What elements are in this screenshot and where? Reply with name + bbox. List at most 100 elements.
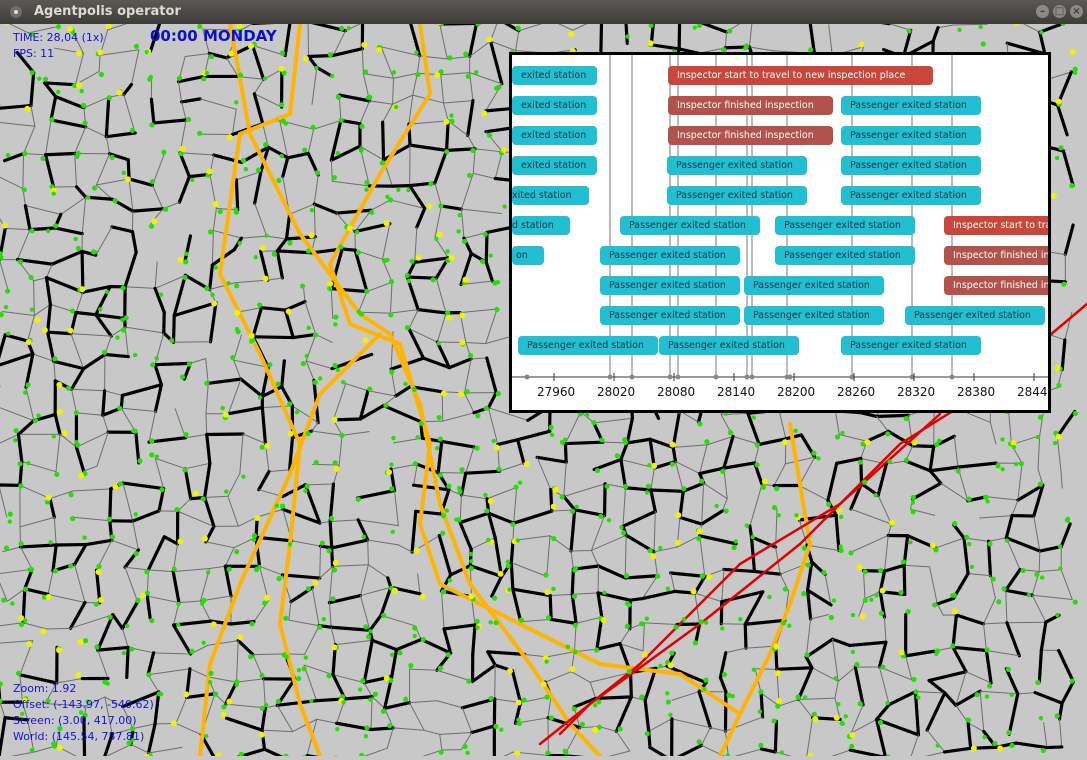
road-segment xyxy=(33,354,54,361)
minimize-icon[interactable]: – xyxy=(1036,5,1049,18)
node-marker xyxy=(462,239,467,244)
timeline-event[interactable]: Inspector finished inspection xyxy=(668,96,833,115)
route-segment xyxy=(280,624,300,704)
node-marker xyxy=(115,335,119,339)
node-marker xyxy=(639,694,644,699)
node-marker xyxy=(99,72,104,77)
road-segment xyxy=(212,230,213,265)
timeline-event[interactable]: Passenger exited station xyxy=(841,336,981,355)
timeline-event[interactable]: Passenger exited station xyxy=(659,336,799,355)
timeline-event[interactable]: Passenger exited station xyxy=(905,306,1045,325)
timeline-event[interactable]: exited station xyxy=(512,96,597,115)
road-segment xyxy=(147,596,179,603)
timeline-event[interactable]: Inspector finished in xyxy=(944,246,1051,265)
node-marker xyxy=(522,697,527,702)
timeline-event[interactable]: Passenger exited station xyxy=(841,96,981,115)
agent-marker xyxy=(1051,193,1057,199)
timeline-event[interactable]: Passenger exited station xyxy=(600,306,740,325)
node-marker xyxy=(801,591,806,596)
timeline-event[interactable]: Passenger exited station xyxy=(775,246,915,265)
maximize-icon[interactable]: □ xyxy=(1053,5,1066,18)
road-segment xyxy=(984,624,987,651)
road-segment xyxy=(0,173,23,188)
agent-marker xyxy=(62,430,68,436)
timeline-event[interactable]: exited station xyxy=(512,126,597,145)
timeline-event[interactable]: Inspector finished inspection xyxy=(668,126,833,145)
node-marker xyxy=(279,102,284,107)
node-marker xyxy=(182,275,187,280)
road-segment xyxy=(465,359,472,393)
road-segment xyxy=(185,53,209,56)
node-marker xyxy=(373,692,378,697)
road-segment xyxy=(253,337,293,338)
timeline-event[interactable]: Passenger exited station xyxy=(600,276,740,295)
timeline-event[interactable]: Passenger exited station xyxy=(775,216,915,235)
agent-marker xyxy=(516,700,522,706)
timeline-event[interactable]: Passenger exited station xyxy=(841,156,981,175)
road-segment xyxy=(155,288,164,312)
node-marker xyxy=(624,573,629,578)
timeline-event[interactable]: Passenger exited station xyxy=(600,246,740,265)
timeline-event[interactable]: Passenger exited station xyxy=(744,306,884,325)
timeline-event[interactable]: Passenger exited station xyxy=(667,156,807,175)
road-segment xyxy=(178,499,191,512)
agent-marker xyxy=(836,507,842,513)
agent-marker xyxy=(569,666,575,672)
node-marker xyxy=(333,314,338,319)
timeline-event[interactable]: on xyxy=(512,246,544,265)
node-marker xyxy=(403,697,408,702)
node-marker xyxy=(436,341,440,345)
road-segment xyxy=(461,209,464,238)
timeline-event[interactable]: Passenger exited station xyxy=(518,336,658,355)
road-segment xyxy=(915,692,944,693)
node-marker xyxy=(506,560,510,564)
road-segment xyxy=(314,204,315,237)
timeline-event[interactable]: Passenger exited station xyxy=(667,186,807,205)
timeline-event[interactable]: Passenger exited station xyxy=(620,216,760,235)
road-segment xyxy=(314,120,341,129)
timeline-event[interactable]: exited station xyxy=(512,66,597,85)
window-menu-icon[interactable] xyxy=(10,6,22,18)
node-marker xyxy=(4,545,9,550)
road-segment xyxy=(749,47,773,51)
timeline-event[interactable]: xited station xyxy=(512,186,589,205)
node-marker xyxy=(1006,730,1011,735)
road-segment xyxy=(473,665,496,681)
node-marker xyxy=(287,401,292,406)
timeline-event[interactable]: Passenger exited station xyxy=(841,186,981,205)
node-marker xyxy=(627,603,631,607)
road-segment xyxy=(305,626,319,655)
road-segment xyxy=(178,76,204,81)
node-marker xyxy=(670,461,675,466)
node-marker xyxy=(775,704,780,709)
road-segment xyxy=(262,408,265,444)
event-timeline-panel[interactable]: 27960 28020 28080 28140 28200 28260 2832… xyxy=(509,52,1051,413)
close-icon[interactable]: × xyxy=(1070,5,1083,18)
window-titlebar[interactable]: Agentpolis operator – □ × xyxy=(0,0,1087,24)
timeline-event[interactable]: Inspector start to trav xyxy=(944,216,1051,235)
node-marker xyxy=(480,259,485,264)
timeline-event[interactable]: Passenger exited station xyxy=(744,276,884,295)
node-marker xyxy=(832,598,836,602)
road-segment xyxy=(7,589,25,601)
road-segment xyxy=(410,669,437,670)
timeline-event[interactable]: d station xyxy=(512,216,570,235)
timeline-event[interactable]: exited station xyxy=(512,156,597,175)
node-marker xyxy=(934,652,938,656)
road-segment xyxy=(268,147,287,158)
node-marker xyxy=(82,536,86,540)
node-marker xyxy=(995,463,1000,468)
node-marker xyxy=(734,539,738,543)
road-segment xyxy=(232,109,236,134)
route-segment xyxy=(280,544,290,624)
timeline-event[interactable]: Passenger exited station xyxy=(841,126,981,145)
node-marker xyxy=(704,439,709,444)
agent-marker xyxy=(183,691,189,697)
node-marker xyxy=(796,694,801,699)
road-segment xyxy=(96,315,125,319)
node-marker xyxy=(391,530,395,534)
agent-marker xyxy=(551,504,557,510)
timeline-event[interactable]: Inspector start to travel to new inspect… xyxy=(668,66,933,85)
node-marker xyxy=(224,489,228,493)
timeline-event[interactable]: Inspector finished in xyxy=(944,276,1051,295)
